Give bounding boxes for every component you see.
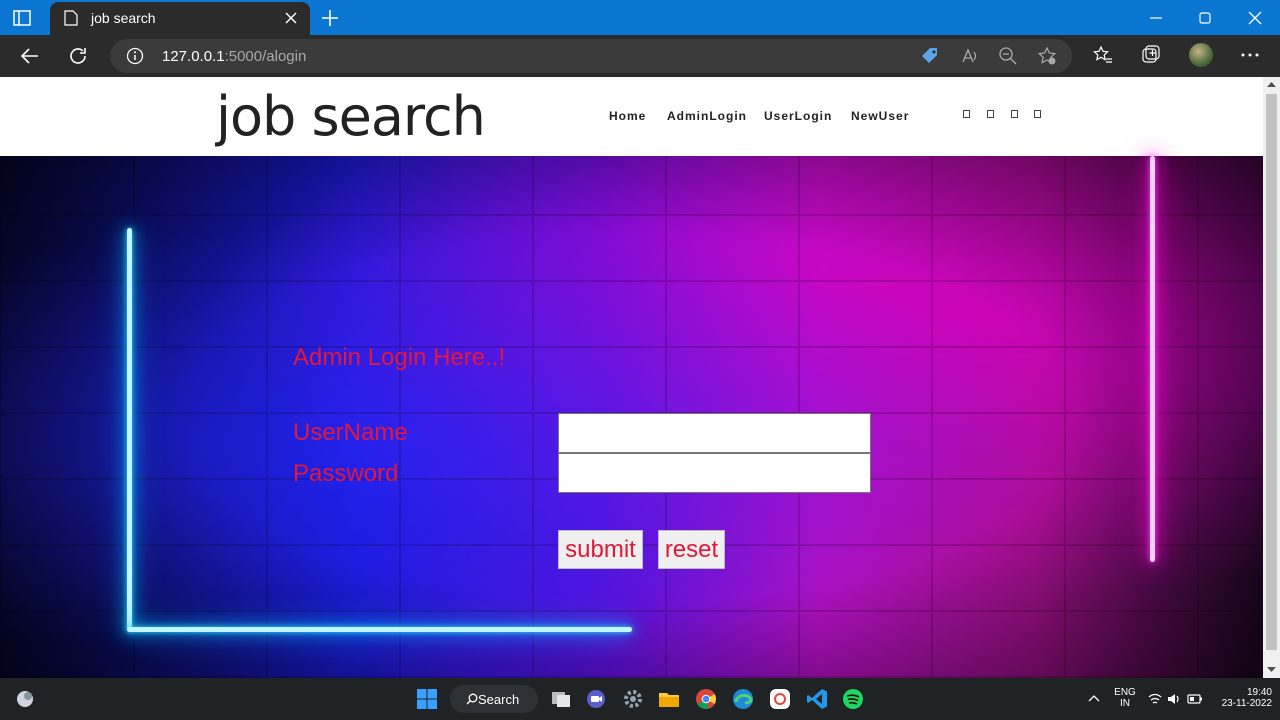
- social-icon[interactable]: [1034, 110, 1041, 118]
- form-title: Admin Login Here..!: [293, 344, 506, 371]
- close-window-icon[interactable]: [1244, 7, 1266, 29]
- nav-home[interactable]: Home: [609, 109, 646, 123]
- tab-title: job search: [91, 10, 156, 26]
- taskbar-search[interactable]: Search: [450, 685, 538, 713]
- region-code: IN: [1120, 698, 1130, 709]
- scroll-down-icon[interactable]: [1267, 667, 1276, 673]
- web-page: job search Home AdminLogin UserLogin New…: [0, 77, 1263, 678]
- reset-button[interactable]: reset: [658, 530, 725, 569]
- username-input[interactable]: [558, 413, 871, 453]
- coupon-tag-icon[interactable]: [920, 46, 940, 66]
- battery-icon[interactable]: [1187, 692, 1203, 706]
- collections-icon[interactable]: [1140, 44, 1162, 66]
- minimize-icon[interactable]: [1145, 7, 1167, 29]
- scroll-up-icon[interactable]: [1267, 81, 1276, 87]
- nav-user-login[interactable]: UserLogin: [764, 109, 832, 123]
- clock[interactable]: 19:40 23-11-2022: [1210, 687, 1272, 709]
- more-options-icon[interactable]: [1239, 44, 1261, 66]
- site-brand[interactable]: job search: [216, 85, 486, 148]
- settings-icon[interactable]: [622, 688, 644, 710]
- wifi-icon[interactable]: [1148, 692, 1162, 706]
- page-scrollbar[interactable]: [1263, 77, 1280, 678]
- site-header: job search Home AdminLogin UserLogin New…: [0, 77, 1263, 156]
- browser-tab[interactable]: job search: [50, 2, 310, 35]
- chevron-up-icon[interactable]: [1087, 692, 1101, 706]
- taskbar: Search ENG IN 19:40 23-11-2022: [0, 678, 1280, 720]
- edge-icon[interactable]: [732, 688, 754, 710]
- app-icon[interactable]: [769, 688, 791, 710]
- favorites-icon[interactable]: [1092, 44, 1114, 66]
- profile-avatar[interactable]: [1189, 43, 1213, 67]
- info-icon[interactable]: [126, 47, 144, 65]
- tab-actions-icon[interactable]: [12, 8, 32, 28]
- read-aloud-icon[interactable]: [960, 46, 980, 66]
- address-bar[interactable]: 127.0.0.1:5000/alogin: [110, 39, 1072, 73]
- hero-background: Admin Login Here..! UserName Password su…: [0, 156, 1263, 678]
- username-label: UserName: [293, 419, 408, 446]
- chrome-icon[interactable]: [695, 688, 717, 710]
- page-icon: [64, 10, 78, 26]
- spotify-icon[interactable]: [842, 688, 864, 710]
- language-code: ENG: [1114, 687, 1136, 698]
- language-indicator[interactable]: ENG IN: [1112, 687, 1138, 709]
- password-label: Password: [293, 460, 399, 487]
- start-icon[interactable]: [416, 688, 438, 710]
- url-text: 127.0.0.1:5000/alogin: [162, 48, 307, 65]
- social-icon[interactable]: [987, 110, 994, 118]
- search-icon: [466, 693, 478, 705]
- clock-date: 23-11-2022: [1221, 698, 1272, 709]
- teams-chat-icon[interactable]: [585, 688, 607, 710]
- neon-blue-vertical: [127, 228, 132, 631]
- task-view-icon[interactable]: [550, 688, 572, 710]
- weather-icon[interactable]: [14, 688, 36, 710]
- back-icon[interactable]: [18, 44, 42, 68]
- file-explorer-icon[interactable]: [658, 688, 680, 710]
- restore-icon[interactable]: [1194, 7, 1216, 29]
- browser-titlebar: job search: [0, 0, 1280, 35]
- browser-toolbar: 127.0.0.1:5000/alogin: [0, 35, 1280, 77]
- close-tab-icon[interactable]: [282, 9, 300, 27]
- submit-button[interactable]: submit: [558, 530, 643, 569]
- add-favorite-icon[interactable]: [1037, 46, 1057, 66]
- taskbar-search-label: Search: [478, 692, 520, 707]
- nav-new-user[interactable]: NewUser: [851, 109, 909, 123]
- vscode-icon[interactable]: [806, 688, 828, 710]
- nav-admin-login[interactable]: AdminLogin: [667, 109, 747, 123]
- password-input[interactable]: [558, 453, 871, 493]
- clock-time: 19:40: [1246, 687, 1272, 698]
- social-icon[interactable]: [1011, 110, 1018, 118]
- zoom-out-icon[interactable]: [998, 46, 1018, 66]
- neon-pink-vertical: [1150, 156, 1155, 562]
- refresh-icon[interactable]: [66, 44, 90, 68]
- neon-blue-horizontal: [127, 627, 632, 632]
- new-tab-icon[interactable]: [318, 6, 342, 30]
- volume-icon[interactable]: [1167, 692, 1181, 706]
- scrollbar-thumb[interactable]: [1266, 94, 1277, 650]
- social-icon[interactable]: [963, 110, 970, 118]
